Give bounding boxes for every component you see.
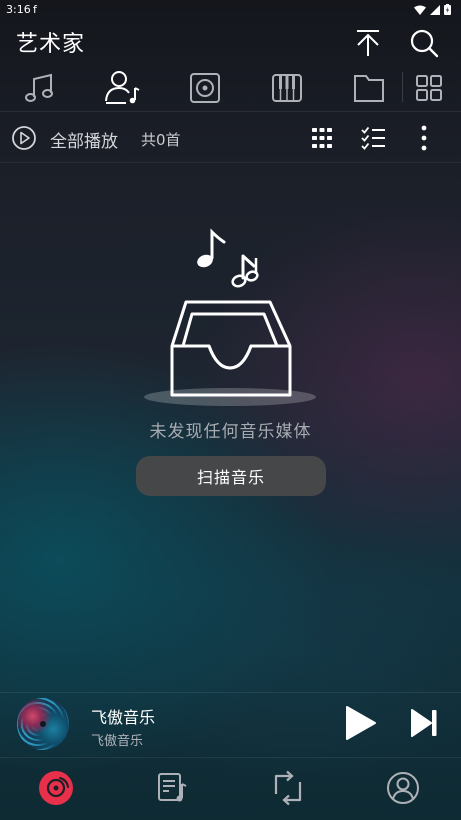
multi-select-icon [361,126,385,150]
play-icon [346,706,376,740]
nav-music-library[interactable] [32,766,80,810]
folder-icon [354,75,384,102]
playlist-icon [158,773,187,802]
nav-switch[interactable] [264,766,312,810]
empty-illustration [140,226,320,412]
music-note-icon [25,73,53,102]
search-icon [410,29,439,58]
inbox-tray-icon [170,300,292,397]
multi-select-button[interactable] [359,124,387,152]
tab-artists[interactable] [92,66,152,110]
player-divider [0,692,461,693]
scan-music-button[interactable]: 扫描音乐 [136,456,326,496]
now-playing-title[interactable]: 飞傲音乐 [91,704,155,728]
grid-view-button[interactable] [308,124,336,152]
status-bar [0,0,461,22]
play-button[interactable] [340,703,380,743]
artist-icon [105,71,140,104]
bottom-nav-divider [0,757,461,758]
tab-genres[interactable] [257,66,317,110]
scroll-to-top-button[interactable] [350,24,386,60]
scroll-to-top-icon [357,30,379,56]
play-all-label[interactable]: 全部播放 [50,127,118,152]
signal-icon [430,4,440,15]
grid-icon [416,75,442,101]
piano-icon [272,74,302,102]
album-art-center [40,721,46,727]
toolbar-divider [0,162,461,163]
now-playing-artist[interactable]: 飞傲音乐 [91,730,143,749]
tab-folders[interactable] [339,66,399,110]
empty-message: 未发现任何音乐媒体 [149,422,312,442]
switch-icon [274,770,302,806]
vinyl-icon [39,771,73,805]
page-title: 艺术家 [16,32,86,57]
nav-playlists[interactable] [148,766,196,810]
play-all-button[interactable] [10,124,38,152]
nav-profile[interactable] [379,766,427,810]
skip-next-icon [411,709,437,737]
music-notes-icon [197,228,259,288]
grid-view-icon [312,128,332,148]
tab-more-grid[interactable] [403,66,455,110]
search-button[interactable] [406,24,442,60]
play-circle-icon [12,126,36,150]
status-time: 3:16 [6,3,31,16]
tab-albums[interactable] [175,66,235,110]
profile-icon [387,772,419,804]
next-button[interactable] [406,705,442,741]
more-options-button[interactable] [410,124,438,152]
status-app-icon: f [33,3,37,16]
battery-icon [444,4,451,15]
status-icons [414,4,451,15]
album-icon [190,73,220,103]
wifi-icon [414,5,426,15]
more-vert-icon [421,125,427,151]
song-count: 共0首 [141,131,181,149]
tab-songs[interactable] [10,66,70,110]
